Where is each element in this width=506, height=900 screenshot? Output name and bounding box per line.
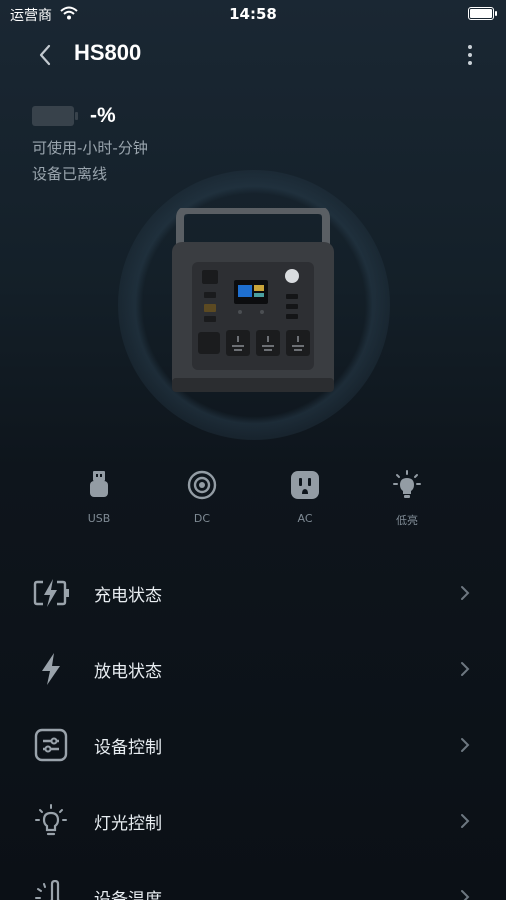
status-battery-icon <box>468 7 497 20</box>
chevron-right-icon <box>461 662 470 676</box>
chevron-right-icon <box>461 890 470 900</box>
more-options-button[interactable] <box>458 40 482 70</box>
battery-level-icon <box>32 106 78 126</box>
light-output-toggle[interactable]: 低亮 <box>377 468 437 528</box>
lamp-icon <box>32 803 70 839</box>
ac-output-toggle[interactable]: AC <box>275 468 335 528</box>
chevron-right-icon <box>461 738 470 752</box>
sliders-icon <box>32 727 70 763</box>
battery-summary: -% <box>32 104 116 128</box>
menu-item-charging-status[interactable]: 充电状态 <box>0 555 506 631</box>
usb-output-toggle[interactable]: USB <box>69 468 129 528</box>
battery-percent: -% <box>90 104 116 127</box>
page-title: HS800 <box>74 40 142 65</box>
dc-output-toggle[interactable]: DC <box>172 468 232 528</box>
usable-time: 可使用-小时-分钟 <box>32 139 148 157</box>
charging-icon <box>32 575 70 611</box>
usb-icon <box>82 468 116 502</box>
menu-item-discharging-status[interactable]: 放电状态 <box>0 631 506 707</box>
status-time: 14:58 <box>229 5 277 23</box>
menu-item-device-control[interactable]: 设备控制 <box>0 707 506 783</box>
settings-menu: 充电状态 放电状态 设备控制 灯光控制 设备温度 <box>0 555 506 900</box>
lightning-icon <box>32 651 70 687</box>
thermometer-icon <box>32 879 70 900</box>
connection-status: 设备已离线 <box>32 165 108 183</box>
app-screen: 运营商 14:58 HS800 -% 可使用-小时-分钟 设备已离线 USB D… <box>0 0 506 900</box>
light-label: 低亮 <box>396 514 418 527</box>
menu-item-device-temperature[interactable]: 设备温度 <box>0 859 506 900</box>
usb-label: USB <box>87 512 111 525</box>
output-toggles: USB DC AC 低亮 <box>0 468 506 528</box>
dc-label: DC <box>193 512 211 525</box>
more-dot <box>468 53 472 57</box>
chevron-right-icon <box>461 586 470 600</box>
menu-label: 灯光控制 <box>94 814 162 834</box>
menu-label: 放电状态 <box>94 662 162 682</box>
dc-port-icon <box>185 468 219 502</box>
menu-label: 设备温度 <box>94 890 162 900</box>
chevron-left-icon <box>39 44 51 66</box>
menu-label: 充电状态 <box>94 586 162 606</box>
menu-label: 设备控制 <box>94 738 162 758</box>
light-bulb-icon <box>390 468 424 502</box>
more-dot <box>468 61 472 65</box>
nav-header: HS800 <box>0 34 506 74</box>
more-dot <box>468 45 472 49</box>
chevron-right-icon <box>461 814 470 828</box>
back-button[interactable] <box>30 40 60 70</box>
ac-label: AC <box>297 512 313 525</box>
ac-outlet-icon <box>288 468 322 502</box>
power-station-image <box>170 206 336 394</box>
menu-item-light-control[interactable]: 灯光控制 <box>0 783 506 859</box>
status-bar: 运营商 14:58 <box>0 0 506 28</box>
